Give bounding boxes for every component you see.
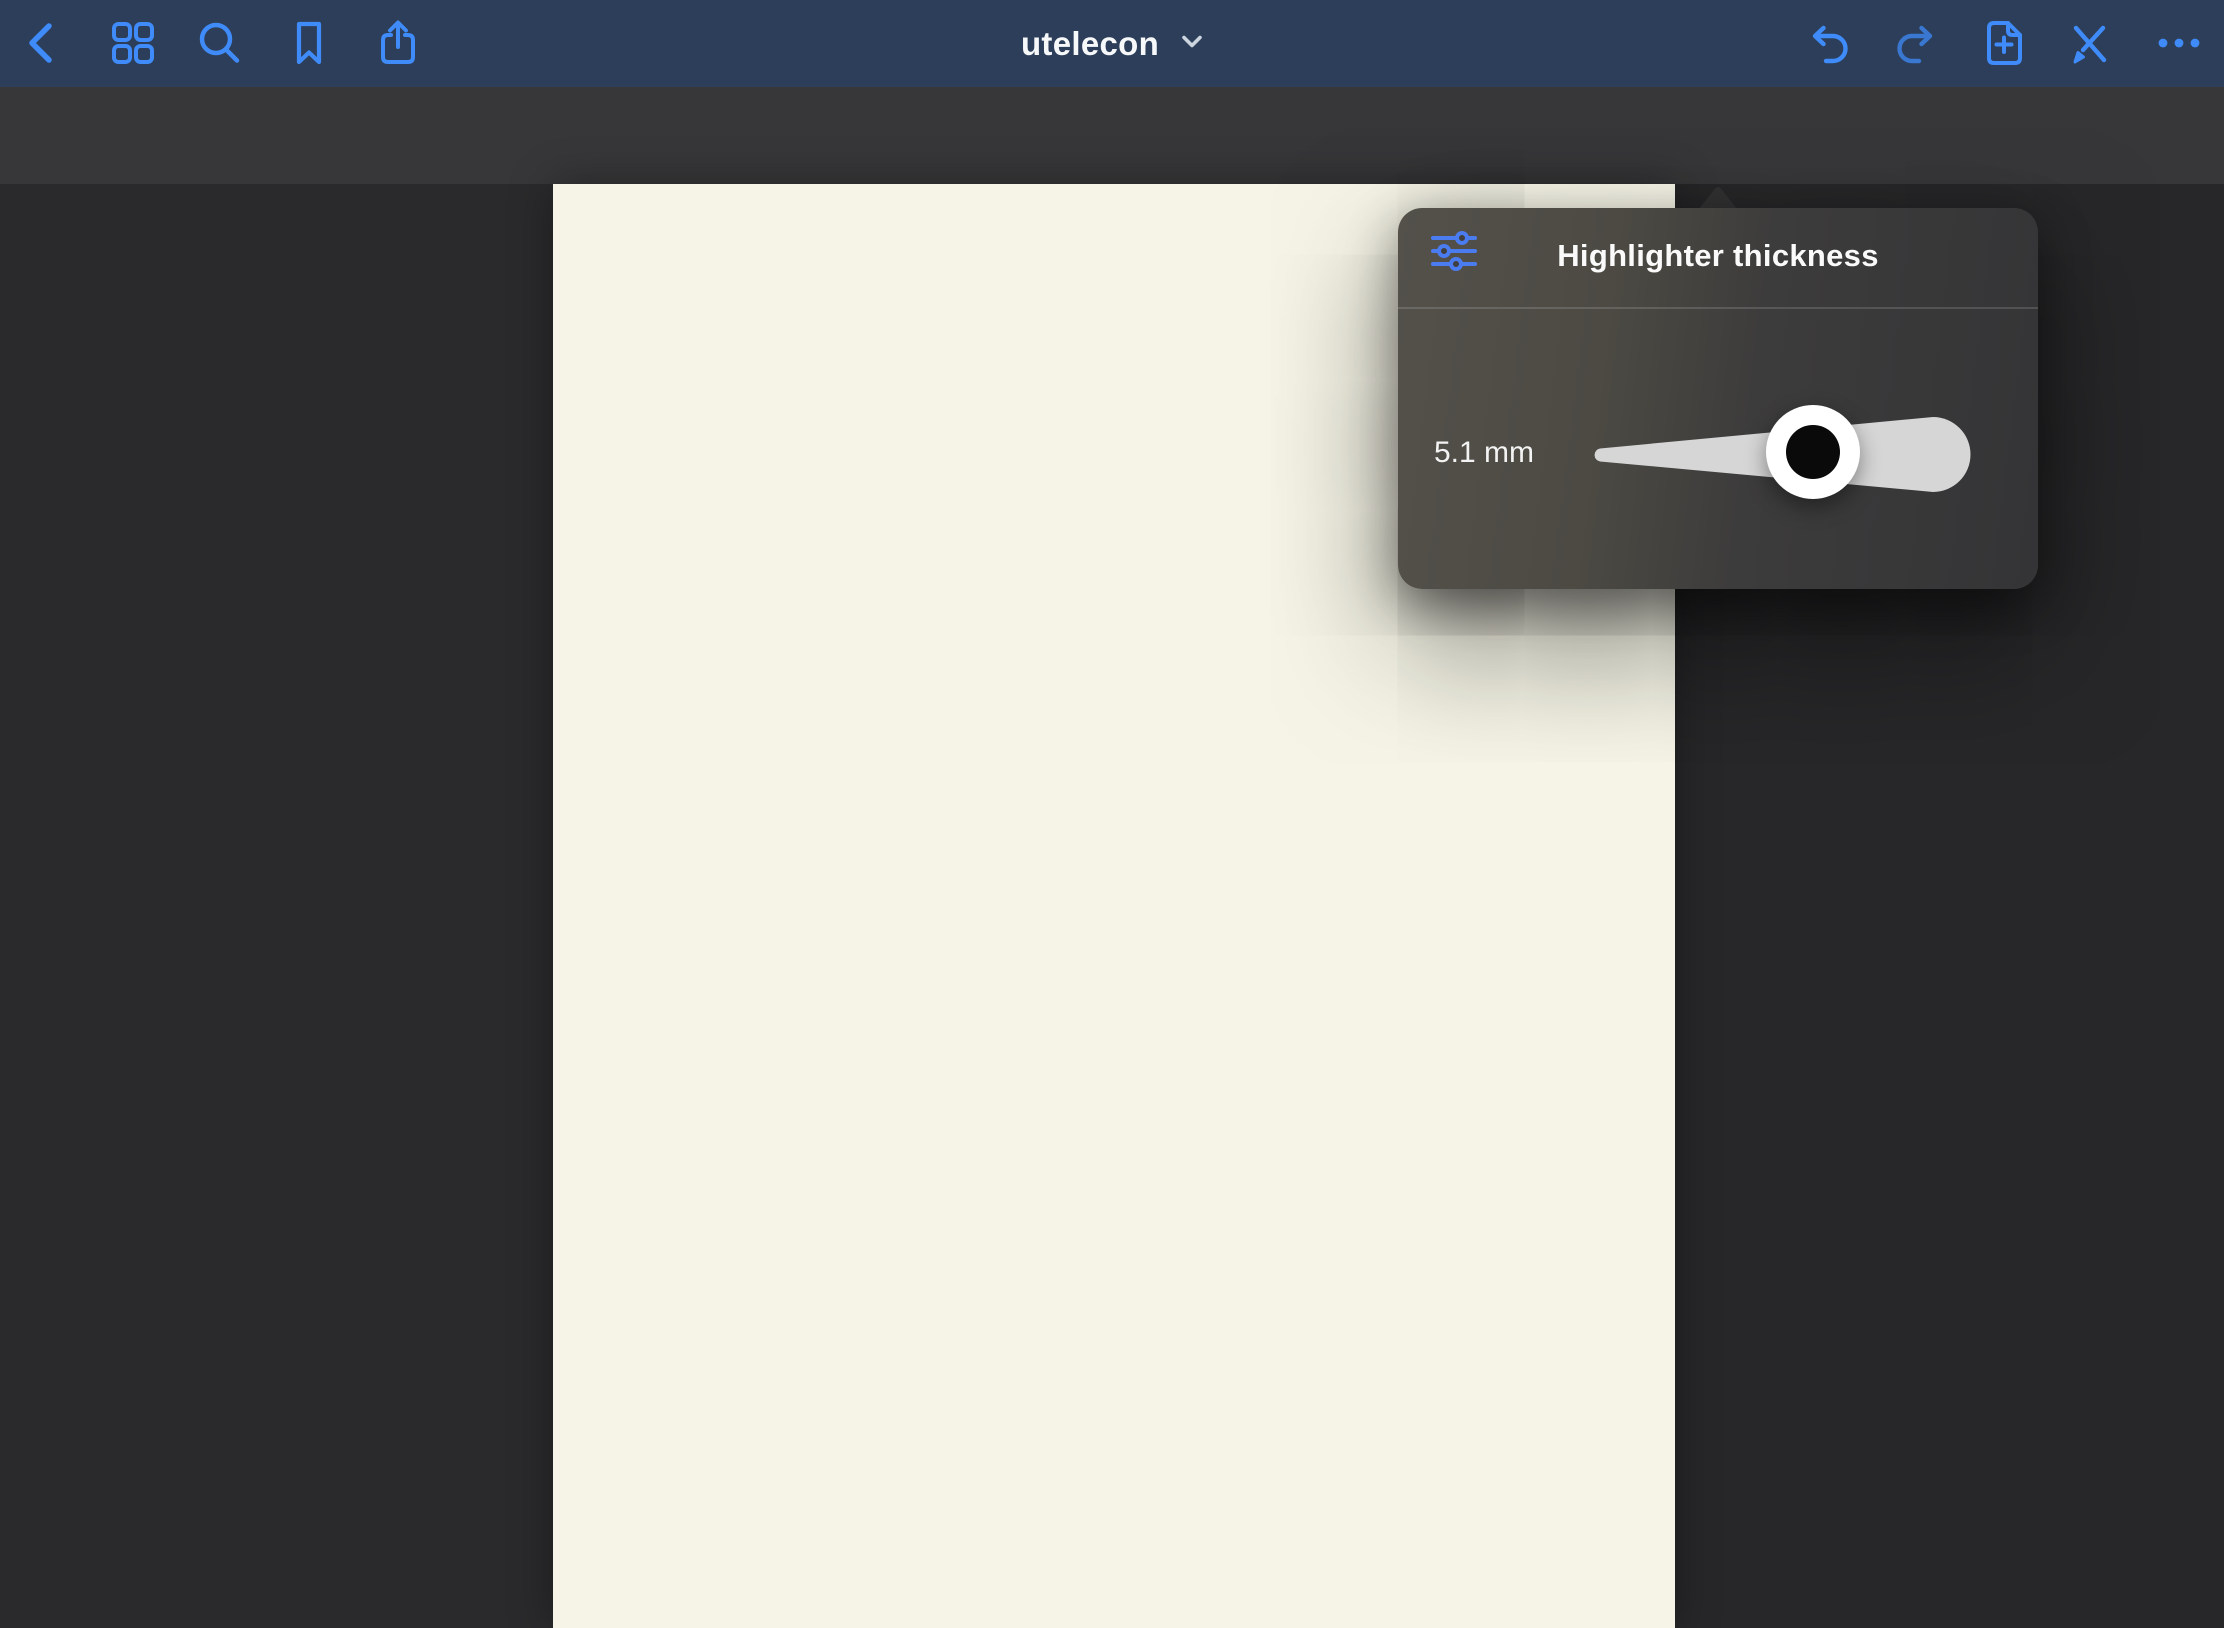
- undo-button[interactable]: [1802, 17, 1854, 69]
- thickness-slider-row: 5.1 mm: [1398, 309, 2038, 589]
- thickness-value-label: 5.1 mm: [1434, 436, 1534, 470]
- tools-toolbar: [0, 87, 2224, 184]
- redo-icon: [1891, 17, 1943, 69]
- more-button[interactable]: [2153, 17, 2205, 69]
- popover-title: Highlighter thickness: [1398, 238, 2038, 274]
- thickness-slider-thumb-dot: [1786, 425, 1840, 479]
- add-page-button[interactable]: [1979, 17, 2031, 69]
- thickness-slider-thumb[interactable]: [1766, 405, 1860, 499]
- popover-header: Highlighter thickness: [1398, 208, 2038, 309]
- add-page-icon: [1979, 17, 2031, 69]
- goodnotes-app: utelecon: [0, 0, 2224, 1628]
- undo-icon: [1802, 17, 1854, 69]
- more-icon: [2153, 17, 2205, 69]
- top-navigation-bar: utelecon: [0, 0, 2224, 87]
- redo-button[interactable]: [1891, 17, 1943, 69]
- stylus-disabled-icon: [2064, 17, 2116, 69]
- page-title: utelecon: [1021, 25, 1159, 63]
- stylus-toggle-button[interactable]: [2064, 17, 2116, 69]
- highlighter-thickness-popover: Highlighter thickness 5.1 mm: [1398, 208, 2038, 589]
- chevron-down-icon: [1181, 34, 1203, 54]
